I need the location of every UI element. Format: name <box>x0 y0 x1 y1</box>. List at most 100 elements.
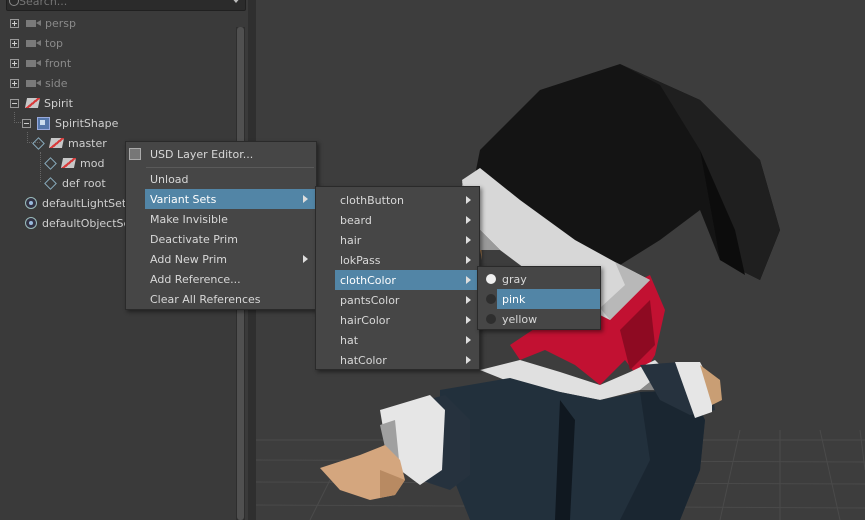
outliner-item-label: persp <box>45 16 76 30</box>
camera-icon <box>26 79 41 87</box>
outliner-item-label: side <box>45 76 68 90</box>
outliner-item-label: root <box>83 176 106 190</box>
outliner-item-label: defaultObjectSet <box>42 216 135 230</box>
menu-item-label: Make Invisible <box>150 212 228 226</box>
outliner-item-mod[interactable]: mod <box>44 153 105 173</box>
menu-item-label: clothColor <box>340 273 396 287</box>
menu-item-add-reference[interactable]: Add Reference... <box>126 269 316 289</box>
prim-icon <box>44 156 57 170</box>
menu-item-label: beard <box>340 213 372 227</box>
submenu-arrow-icon <box>466 256 471 264</box>
outliner-item-front[interactable]: front <box>10 53 71 73</box>
menu-item-label: lokPass <box>340 253 381 267</box>
chevron-down-icon[interactable] <box>231 0 241 3</box>
submenu-arrow-icon <box>466 356 471 364</box>
variant-option-yellow[interactable]: yellow <box>478 309 600 329</box>
menu-item-label: pantsColor <box>340 293 400 307</box>
menu-item-label: hairColor <box>340 313 391 327</box>
outliner-item-spiritshape[interactable]: SpiritShape <box>22 113 118 133</box>
usd-proxy-shape-icon <box>37 116 50 130</box>
radio-selected-icon <box>486 274 496 284</box>
set-icon <box>25 217 37 229</box>
variant-option-pink[interactable]: pink <box>486 289 600 309</box>
radio-unselected-icon <box>486 294 496 304</box>
menu-item-label: Unload <box>150 172 189 186</box>
search-input[interactable] <box>19 0 219 8</box>
submenu-arrow-icon <box>466 216 471 224</box>
outliner-item-label: front <box>45 56 72 70</box>
search-field[interactable] <box>6 0 246 11</box>
submenu-arrow-icon <box>303 255 308 263</box>
menu-item-label: Deactivate Prim <box>150 232 238 246</box>
menu-item-label: hat <box>340 333 359 347</box>
outliner-item-spirit[interactable]: Spirit <box>10 93 73 113</box>
submenu-arrow-icon <box>466 276 471 284</box>
context-menu: USD Layer Editor... Unload Variant Sets … <box>125 141 317 310</box>
def-prim-icon: def <box>62 176 80 190</box>
menu-item-label: Add New Prim <box>150 252 228 266</box>
camera-icon <box>26 59 41 67</box>
character-left-arm <box>320 395 470 500</box>
set-icon <box>25 197 37 209</box>
outliner-item-label: master <box>68 136 107 150</box>
variant-set-clothcolor[interactable]: clothColor <box>335 270 479 290</box>
menu-item-make-invisible[interactable]: Make Invisible <box>126 209 316 229</box>
submenu-arrow-icon <box>466 316 471 324</box>
camera-icon <box>26 19 41 27</box>
menu-item-deactivate-prim[interactable]: Deactivate Prim <box>126 229 316 249</box>
menu-item-label: Variant Sets <box>150 192 217 206</box>
submenu-arrow-icon <box>303 195 308 203</box>
menu-divider <box>146 167 314 168</box>
outliner-item-label: Spirit <box>44 96 73 110</box>
radio-unselected-icon <box>486 314 496 324</box>
variant-set-haircolor[interactable]: hairColor <box>316 310 479 330</box>
submenu-arrow-icon <box>466 336 471 344</box>
menu-item-add-new-prim[interactable]: Add New Prim <box>126 249 316 269</box>
camera-icon <box>26 39 41 47</box>
collapse-icon[interactable] <box>22 119 31 128</box>
menu-item-unload[interactable]: Unload <box>126 169 316 189</box>
expand-icon[interactable] <box>10 59 19 68</box>
menu-item-label: pink <box>502 292 526 306</box>
menu-item-label: Clear All References <box>150 292 261 306</box>
menu-item-clear-all-references[interactable]: Clear All References <box>126 289 316 309</box>
outliner-item-label: mod <box>80 156 105 170</box>
menu-item-usd-layer-editor[interactable]: USD Layer Editor... <box>126 144 316 164</box>
variant-set-hat[interactable]: hat <box>316 330 479 350</box>
outliner-item-root[interactable]: def root <box>44 173 106 193</box>
outliner-item-top[interactable]: top <box>10 33 63 53</box>
menu-item-label: hatColor <box>340 353 387 367</box>
variant-set-hatcolor[interactable]: hatColor <box>316 350 479 370</box>
outliner-item-master[interactable]: master <box>32 133 107 153</box>
submenu-arrow-icon <box>466 236 471 244</box>
collapse-icon[interactable] <box>10 99 19 108</box>
outliner-item-defaultobjectset[interactable]: defaultObjectSet <box>25 213 135 233</box>
variant-option-gray[interactable]: gray <box>478 269 600 289</box>
menu-item-label: hair <box>340 233 362 247</box>
prim-icon <box>32 136 45 150</box>
transform-icon <box>48 138 65 148</box>
menu-item-label: Add Reference... <box>150 272 241 286</box>
outliner-item-persp[interactable]: persp <box>10 13 76 33</box>
menu-item-label: USD Layer Editor... <box>150 147 254 161</box>
expand-icon[interactable] <box>10 39 19 48</box>
outliner-item-side[interactable]: side <box>10 73 68 93</box>
variant-sets-submenu: clothButton beard hair lokPass clothColo… <box>315 186 480 370</box>
variant-set-hair[interactable]: hair <box>316 230 479 250</box>
menu-item-label: gray <box>502 272 527 286</box>
menu-item-variant-sets[interactable]: Variant Sets <box>145 189 316 209</box>
expand-icon[interactable] <box>10 19 19 28</box>
prim-icon <box>44 176 57 190</box>
outliner-item-label: top <box>45 36 64 50</box>
variant-set-clothbutton[interactable]: clothButton <box>316 190 479 210</box>
variant-set-pantscolor[interactable]: pantsColor <box>316 290 479 310</box>
expand-icon[interactable] <box>10 79 19 88</box>
transform-icon <box>60 158 77 168</box>
variant-set-lokpass[interactable]: lokPass <box>316 250 479 270</box>
menu-item-label: clothButton <box>340 193 404 207</box>
submenu-arrow-icon <box>466 296 471 304</box>
outliner-item-label: SpiritShape <box>55 116 119 130</box>
outliner-item-label: defaultLightSet <box>42 196 127 210</box>
variant-set-beard[interactable]: beard <box>316 210 479 230</box>
outliner-item-defaultlightset[interactable]: defaultLightSet <box>25 193 126 213</box>
